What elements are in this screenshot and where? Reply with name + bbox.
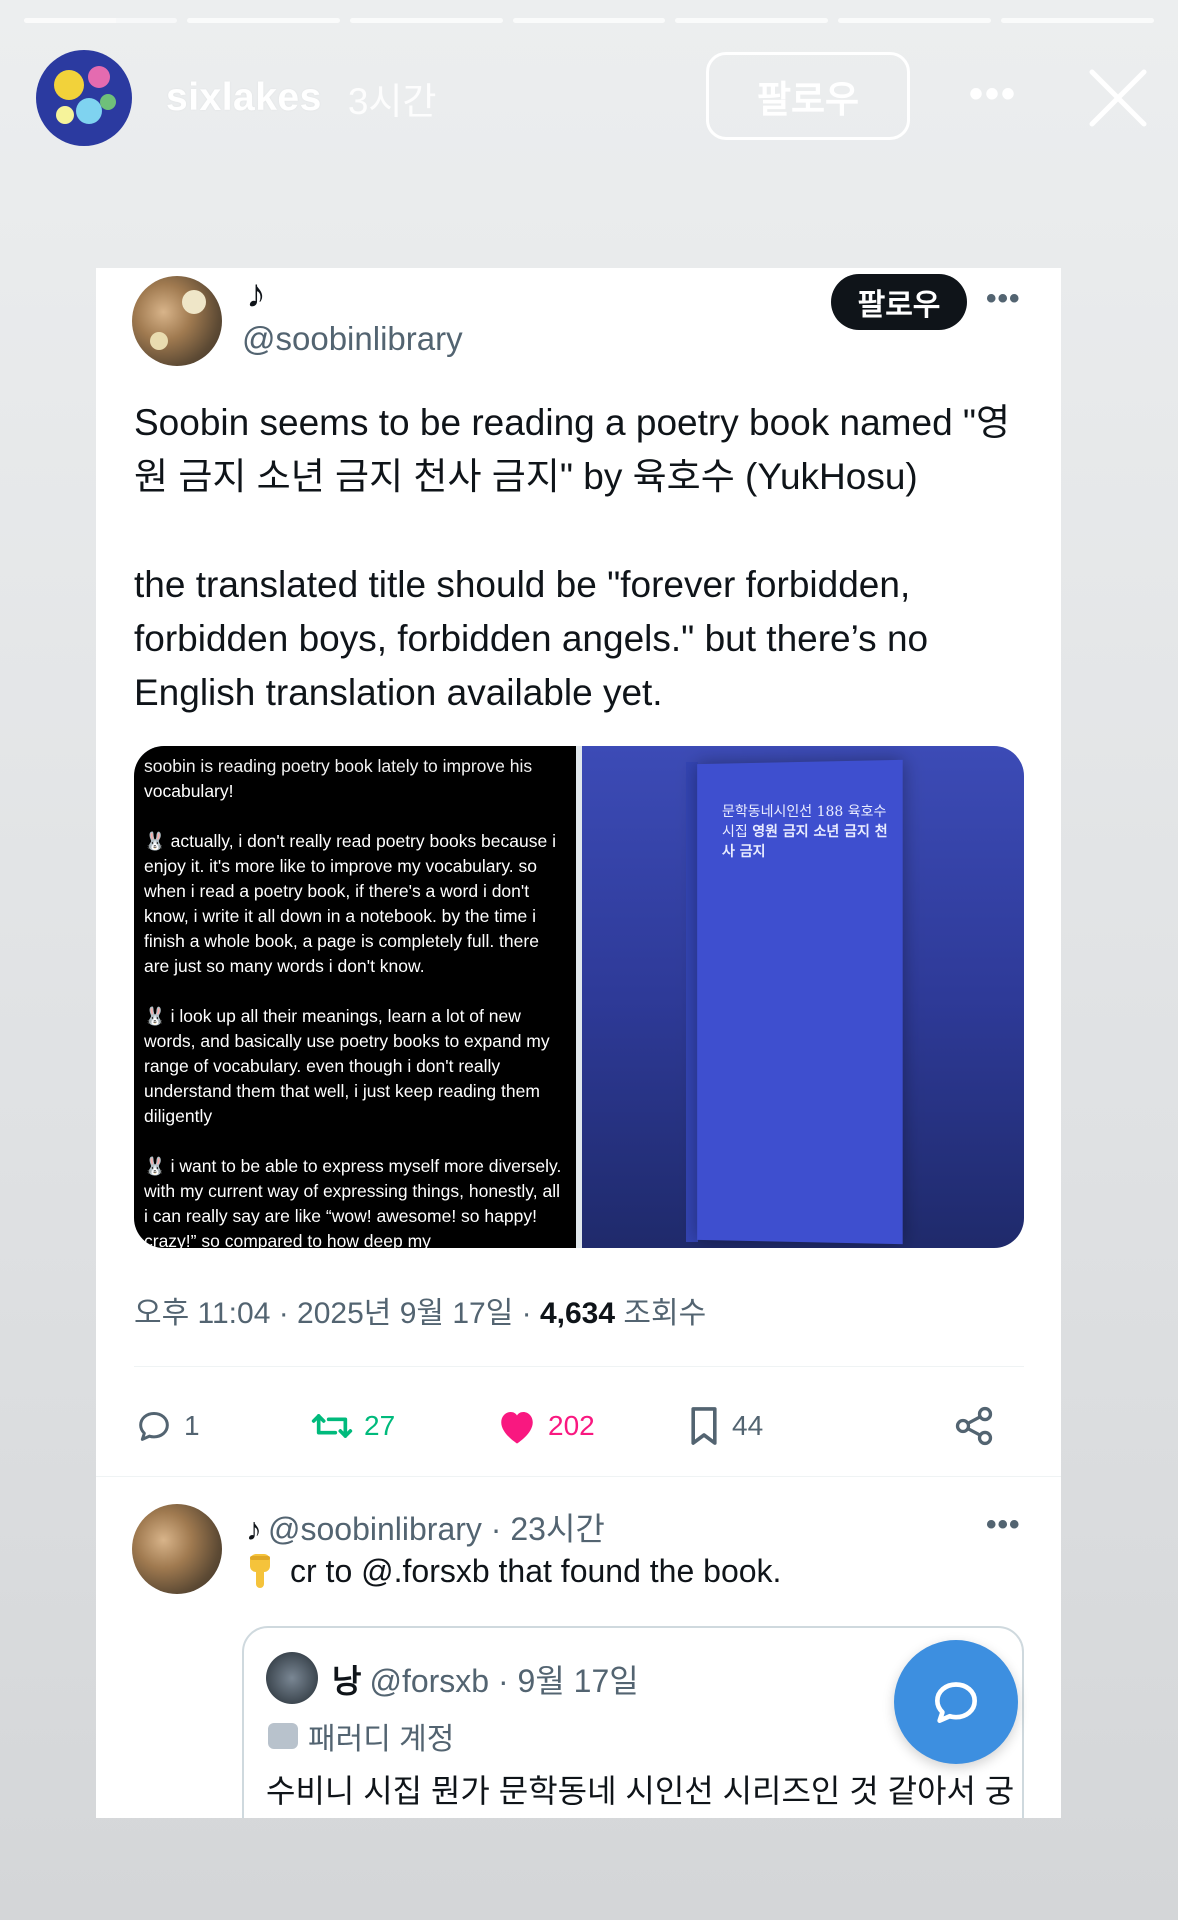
- reply-display-name[interactable]: ♪: [246, 1511, 262, 1547]
- quote-display-name: 낭: [332, 1663, 362, 1699]
- like-button[interactable]: 202: [496, 1406, 595, 1446]
- media-text-paragraph: 🐰 i look up all their meanings, learn a …: [144, 1006, 550, 1126]
- tweet-text-paragraph: Soobin seems to be reading a poetry book…: [134, 402, 1011, 497]
- reply-avatar[interactable]: [132, 1504, 222, 1594]
- share-icon: [955, 1406, 993, 1446]
- story-progress-segment: [24, 18, 177, 23]
- like-count: 202: [548, 1410, 595, 1441]
- quote-handle-time: @forsxb · 9월 17일: [369, 1663, 639, 1699]
- tweet-more-icon[interactable]: •••: [986, 282, 1021, 316]
- story-progress-segment: [1001, 18, 1155, 23]
- reply-more-icon[interactable]: •••: [986, 1508, 1021, 1542]
- story-progress-segment: [186, 18, 340, 23]
- tweet-actions: 1 27 202 44: [134, 1398, 1024, 1458]
- pointing-down-emoji-icon: [250, 1554, 270, 1588]
- retweet-count: 27: [364, 1410, 396, 1441]
- divider: [96, 1476, 1061, 1477]
- tweet-media[interactable]: soobin is reading poetry book lately to …: [134, 746, 1024, 1248]
- chat-bubble-icon: [935, 1682, 977, 1723]
- tweet-follow-button[interactable]: 팔로우: [831, 274, 967, 330]
- bookmark-count: 44: [732, 1410, 764, 1441]
- story-username[interactable]: sixlakes: [166, 76, 322, 120]
- tweet-view-label: 조회수: [615, 1297, 707, 1330]
- reply-icon: [139, 1412, 169, 1441]
- tweet-meta: 오후 11:04 · 2025년 9월 17일 · 4,634 조회수: [134, 1288, 706, 1332]
- bookmark-icon: [691, 1407, 717, 1445]
- tweet-handle[interactable]: @soobinlibrary: [242, 320, 463, 358]
- parody-account-badge: 패러디 계정: [268, 1714, 454, 1758]
- parody-badge-label: 패러디 계정: [308, 1723, 455, 1756]
- story-time: 3시간: [347, 81, 437, 122]
- media-text-paragraph: 🐰 i want to be able to express myself mo…: [144, 1156, 562, 1248]
- tweet-timestamp[interactable]: 오후 11:04 · 2025년 9월 17일 ·: [134, 1297, 540, 1330]
- chat-fab-button[interactable]: [894, 1640, 1018, 1764]
- tweet-display-name[interactable]: ♪: [246, 272, 266, 317]
- quote-text: 수비니 시집 뭔가 문학동네 시인선 시리즈인 것 같아서 궁: [266, 1773, 1015, 1809]
- quote-header: 낭 @forsxb · 9월 17일: [332, 1656, 639, 1702]
- book-cover-title: 문학동네시인선 188 육호수 시집 영원 금지 소년 금지 천사 금지: [722, 802, 892, 862]
- divider: [134, 1366, 1024, 1367]
- heart-icon: [501, 1412, 533, 1444]
- reply-count: 1: [184, 1410, 200, 1441]
- story-follow-button[interactable]: 팔로우: [706, 52, 910, 140]
- story-progress-segment: [349, 18, 503, 23]
- close-icon[interactable]: [1086, 66, 1150, 130]
- story-header: sixlakes 3시간 팔로우 •••: [36, 48, 1150, 148]
- tweet-text-paragraph: the translated title should be "forever …: [134, 564, 929, 713]
- media-screenshot-text[interactable]: soobin is reading poetry book lately to …: [134, 746, 576, 1248]
- reply-button[interactable]: 1: [134, 1406, 200, 1446]
- tweet-card: ♪ @soobinlibrary 팔로우 ••• Soobin seems to…: [96, 268, 1061, 1818]
- reply-text: cr to @.forsxb that found the book.: [246, 1552, 781, 1590]
- theater-mask-icon: [268, 1723, 298, 1749]
- reply-text-content: cr to @.forsxb that found the book.: [290, 1553, 782, 1589]
- story-more-icon[interactable]: •••: [969, 74, 1017, 114]
- story-avatar[interactable]: [36, 50, 132, 146]
- share-button[interactable]: [952, 1404, 996, 1448]
- story-progress-segment: [512, 18, 666, 23]
- story-progress-segment: [838, 18, 992, 23]
- media-text-line: vocabulary!: [144, 781, 234, 801]
- media-text-line: soobin is reading poetry book lately to …: [144, 756, 533, 776]
- media-book-photo[interactable]: 문학동네시인선 188 육호수 시집 영원 금지 소년 금지 천사 금지: [582, 746, 1024, 1248]
- reply-header: ♪ @soobinlibrary · 23시간: [246, 1504, 605, 1550]
- retweet-icon: [311, 1414, 353, 1438]
- story-progress-segment: [675, 18, 829, 23]
- media-text-paragraph: 🐰 actually, i don't really read poetry b…: [144, 831, 556, 976]
- bookmark-button[interactable]: 44: [686, 1404, 763, 1448]
- quote-avatar: [266, 1652, 318, 1704]
- story-progress-bars: [24, 18, 1155, 23]
- reply-handle-time[interactable]: @soobinlibrary · 23시간: [268, 1511, 605, 1547]
- tweet-view-count: 4,634: [539, 1297, 616, 1330]
- tweet-text: Soobin seems to be reading a poetry book…: [134, 396, 1014, 720]
- retweet-button[interactable]: 27: [310, 1406, 395, 1446]
- tweet-avatar[interactable]: [132, 276, 222, 366]
